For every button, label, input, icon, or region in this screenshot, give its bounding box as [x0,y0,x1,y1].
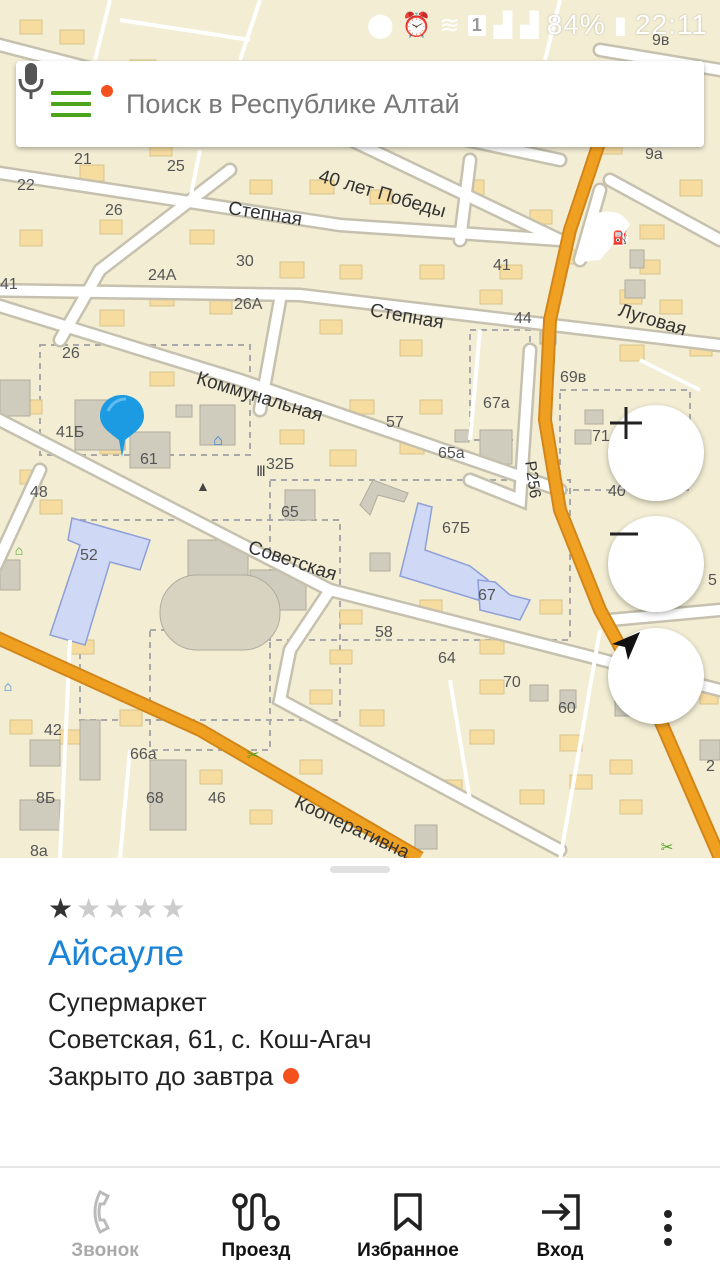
closed-status-dot [283,1068,300,1085]
house-number: 58 [375,624,393,641]
house-number: 65а [438,445,465,462]
notification-dot [101,85,113,97]
house-number: 26 [62,345,80,362]
house-number: 26 [105,202,123,219]
house-number: 68 [146,790,164,807]
microphone-icon [18,63,44,99]
favorites-label: Избранное [357,1240,459,1261]
house-number: 69в [560,369,587,386]
house-number: 42 [44,722,62,739]
battery-percent: 84% [546,9,606,40]
rating-stars: ★ ★ ★ ★ ★ [48,895,186,923]
my-location-button[interactable] [608,628,704,724]
place-category: Супермаркет [48,987,207,1017]
monument-icon[interactable]: ▲ [196,478,210,498]
house-number: 2 [706,758,715,775]
status-bar: ⬤ ⏰ ≋ 1 ▟ ▟ 84% ▮ 22:11 [0,0,720,50]
place-name[interactable]: Айсауле [48,934,184,974]
bottom-action-bar: Звонок Проезд Избранное Вход [0,1166,720,1280]
selected-place-pin[interactable] [98,393,146,459]
museum-icon[interactable]: Ⅲ [252,463,270,481]
scissors-icon[interactable]: ✂ [658,838,676,856]
sheet-drag-handle[interactable] [330,866,390,873]
scissors-icon[interactable]: ✂ [244,746,262,764]
star-filled-icon: ★ [48,893,74,924]
more-button[interactable] [646,1168,690,1280]
login-label: Вход [536,1240,584,1261]
signal-icon: ▟ [520,11,539,39]
location-icon: ⬤ [366,11,394,39]
status-time: 22:11 [635,9,708,40]
zoom-out-button[interactable] [608,516,704,612]
route-icon [232,1190,280,1234]
plus-icon [610,407,642,439]
house-number: 25 [167,158,185,175]
house-number: 46 [208,790,226,807]
house-number: 41 [0,276,18,293]
place-address: Советская, 61, с. Кош-Агач [48,1024,372,1054]
house-number: 22 [17,177,35,194]
house-number: 5 [708,572,717,589]
house-number: 64 [438,650,456,667]
voice-search-button[interactable] [18,61,704,147]
house-number: 8а [30,843,48,858]
map-view[interactable]: 40 лет Победы Степная Степная Луговая Ко… [0,0,720,858]
star-empty-icon: ★ [160,893,186,924]
favorites-button[interactable]: Избранное [348,1168,468,1280]
signal-icon: ▟ [493,11,513,39]
house-number: 67 [478,587,496,604]
house-number: 26А [234,296,263,313]
house-number: 48 [30,484,48,501]
battery-icon: ▮ [613,11,627,39]
house-number: 67Б [442,520,471,537]
call-button[interactable]: Звонок [60,1168,150,1280]
star-empty-icon: ★ [132,893,158,924]
sim-badge: 1 [467,14,486,36]
house-number: 32Б [266,456,295,473]
hours-status-line: Закрыто до завтра [48,1061,300,1092]
house-number: 52 [80,547,98,564]
house-number: 44 [514,310,532,327]
house-number: 9а [645,146,663,163]
navigation-arrow-icon [612,632,640,660]
fuel-station-icon[interactable]: ⛽ [612,230,628,246]
wifi-icon: ≋ [439,11,460,39]
house-number: 60 [558,700,576,717]
house-number: 65 [281,504,299,521]
hours-status: Закрыто до завтра [48,1061,274,1091]
call-label: Звонок [71,1240,139,1261]
phone-icon [92,1190,118,1234]
route-button[interactable]: Проезд [210,1168,302,1280]
star-empty-icon: ★ [104,893,130,924]
house-number: 24А [148,267,177,284]
house-number: 21 [74,151,92,168]
more-vertical-icon [663,1206,673,1250]
login-icon [538,1190,582,1234]
house-number: 41 [493,257,511,274]
minus-icon [610,532,638,536]
store-icon[interactable]: ⌂ [208,432,228,452]
house-number: 41Б [56,424,85,441]
zoom-in-button[interactable] [608,405,704,501]
search-input[interactable]: Поиск в Республике Алтай [126,89,614,120]
house-number: 30 [236,253,254,270]
house-icon[interactable]: ⌂ [0,678,16,694]
shop-icon[interactable]: ⌂ [10,542,28,560]
bookmark-icon [393,1190,423,1234]
star-empty-icon: ★ [76,893,102,924]
house-number: 8Б [36,790,56,807]
route-label: Проезд [221,1240,291,1261]
login-button[interactable]: Вход [520,1168,600,1280]
alarm-icon: ⏰ [401,11,432,39]
hamburger-icon [51,91,91,117]
house-number: 70 [503,674,521,691]
house-number: 57 [386,414,404,431]
house-number: 66а [130,746,157,763]
house-number: 67а [483,395,510,412]
search-bar[interactable]: Поиск в Республике Алтай [16,61,704,147]
